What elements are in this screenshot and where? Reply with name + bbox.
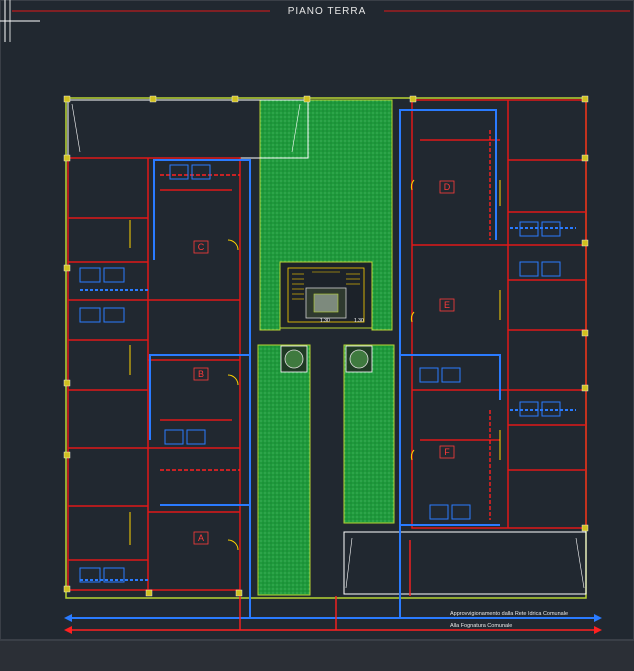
sewer-line-label: Alla Fognatura Comunale — [450, 623, 512, 629]
cad-drawing-canvas[interactable]: PIANO TERRA 1.30 1.30 A B C D E F Approv… — [0, 0, 634, 670]
central-garden — [257, 99, 395, 596]
tree-symbol-right — [345, 345, 373, 373]
unit-label-e: E — [439, 298, 455, 312]
stair-core: 1.30 1.30 — [279, 261, 373, 329]
drawing-title-block: PIANO TERRA — [12, 6, 630, 17]
svg-text:A: A — [198, 533, 204, 543]
svg-text:D: D — [444, 182, 451, 192]
tree-symbol-left — [280, 345, 308, 373]
svg-text:E: E — [444, 300, 450, 310]
unit-label-b: B — [193, 367, 209, 381]
right-wing-walls — [411, 99, 587, 529]
unit-label-f: F — [439, 445, 455, 459]
stair-dimension-2: 1.30 — [354, 318, 364, 324]
svg-text:C: C — [198, 242, 205, 252]
status-bar — [0, 640, 634, 671]
unit-label-a: A — [193, 531, 209, 545]
svg-text:F: F — [444, 447, 450, 457]
svg-text:B: B — [198, 369, 204, 379]
stair-dimension-1: 1.30 — [320, 318, 330, 324]
unit-label-d: D — [439, 180, 455, 194]
drawing-title: PIANO TERRA — [288, 6, 367, 17]
bottom-right-block — [343, 531, 587, 595]
water-line-label: Approvvigionamento dalla Rete Idrica Com… — [450, 611, 568, 617]
ucs-crosshair-icon — [0, 0, 40, 42]
unit-label-c: C — [193, 240, 209, 254]
